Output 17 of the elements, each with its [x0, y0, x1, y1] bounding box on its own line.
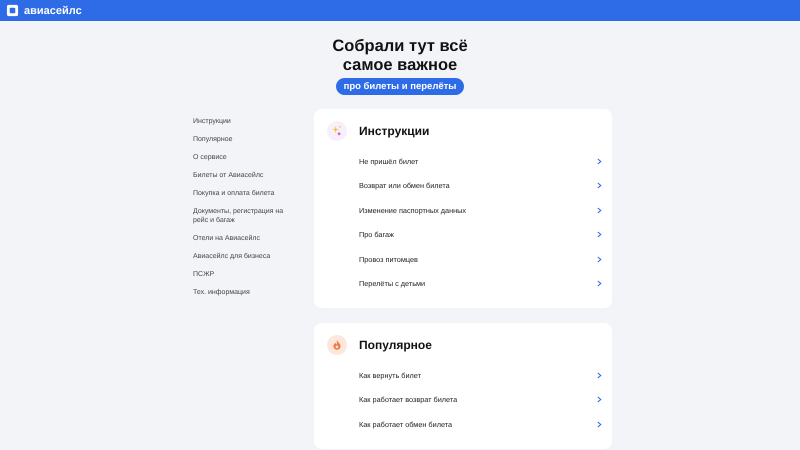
section-title: Популярное [359, 338, 432, 352]
chevron-icon [597, 372, 602, 379]
chevron-icon [597, 231, 602, 238]
chevron-icon [597, 420, 602, 428]
logo-icon[interactable] [6, 4, 19, 17]
logo-text[interactable]: авиасейлс [24, 4, 82, 16]
chevron-icon [597, 158, 602, 165]
subtitle-pill: про билеты и перелёты [336, 78, 464, 95]
chevron-icon [597, 206, 602, 214]
chevron-icon [597, 182, 602, 190]
flame-icon [327, 335, 347, 355]
chevron-icon [597, 396, 602, 404]
page-title: Собрали тут всё самое важное [332, 37, 468, 75]
section-title: Инструкции [359, 124, 430, 138]
chevron-icon [597, 256, 602, 263]
chevron-icon [597, 280, 602, 288]
sparkle-icon [327, 121, 347, 141]
